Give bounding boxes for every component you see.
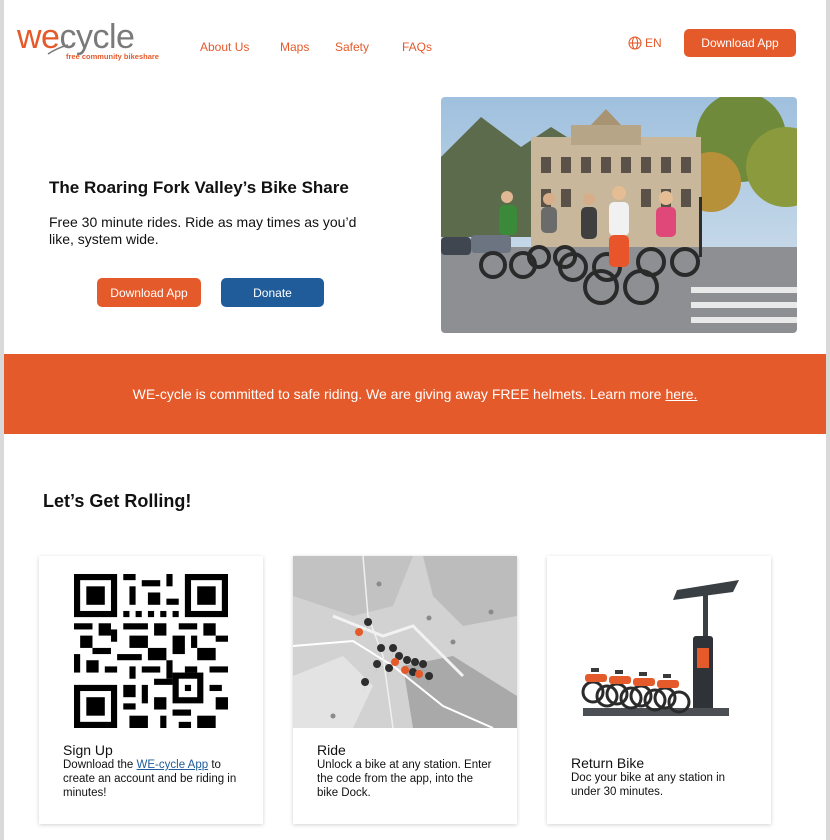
banner-text: WE-cycle is committed to safe riding. We…	[132, 386, 662, 402]
station-map-image[interactable]	[293, 556, 517, 728]
nav-safety[interactable]: Safety	[335, 40, 369, 54]
logo-tagline: free community bikeshare	[66, 52, 159, 61]
hero-title: The Roaring Fork Valley’s Bike Share	[49, 178, 349, 197]
helmet-banner: WE-cycle is committed to safe riding. We…	[4, 354, 826, 434]
logo-wordmark: wecycle	[17, 18, 135, 56]
card-return-bike: Return Bike Doc your bike at any station…	[547, 556, 771, 824]
card-return-bike-title: Return Bike	[571, 755, 645, 771]
card-ride-text: Unlock a bike at any station. Enter the …	[317, 759, 492, 799]
language-selector[interactable]: EN	[628, 35, 662, 51]
nav-about-us[interactable]: About Us	[200, 40, 249, 54]
card-ride-title: Ride	[317, 742, 346, 758]
card-sign-up-text: Download the WE-cycle App to create an a…	[63, 759, 237, 799]
page: wecycle free community bikeshare About U…	[4, 0, 826, 840]
donate-button[interactable]: Donate	[221, 278, 324, 307]
section-title: Let’s Get Rolling!	[43, 491, 192, 511]
card-return-bike-text: Doc your bike at any station in under 30…	[571, 772, 726, 798]
card-sign-up: Sign Up Download the WE-cycle App to cre…	[39, 556, 263, 824]
hero-photo	[441, 97, 797, 333]
banner-here-link[interactable]: here.	[665, 386, 697, 402]
language-code: EN	[645, 36, 662, 50]
wecycle-app-link[interactable]: WE-cycle App	[137, 759, 209, 771]
header-download-app-button[interactable]: Download App	[684, 29, 796, 57]
hero-download-app-button[interactable]: Download App	[97, 278, 201, 307]
card-ride: Ride Unlock a bike at any station. Enter…	[293, 556, 517, 824]
qr-code-image[interactable]	[74, 574, 228, 728]
hero-subtitle: Free 30 minute rides. Ride as may times …	[49, 214, 357, 247]
bike-dock-station-image[interactable]	[547, 556, 771, 736]
card-sign-up-title: Sign Up	[63, 742, 113, 758]
nav-faqs[interactable]: FAQs	[402, 40, 432, 54]
globe-icon	[628, 36, 642, 50]
wecycle-logo[interactable]: wecycle free community bikeshare	[17, 20, 167, 62]
nav-maps[interactable]: Maps	[280, 40, 309, 54]
